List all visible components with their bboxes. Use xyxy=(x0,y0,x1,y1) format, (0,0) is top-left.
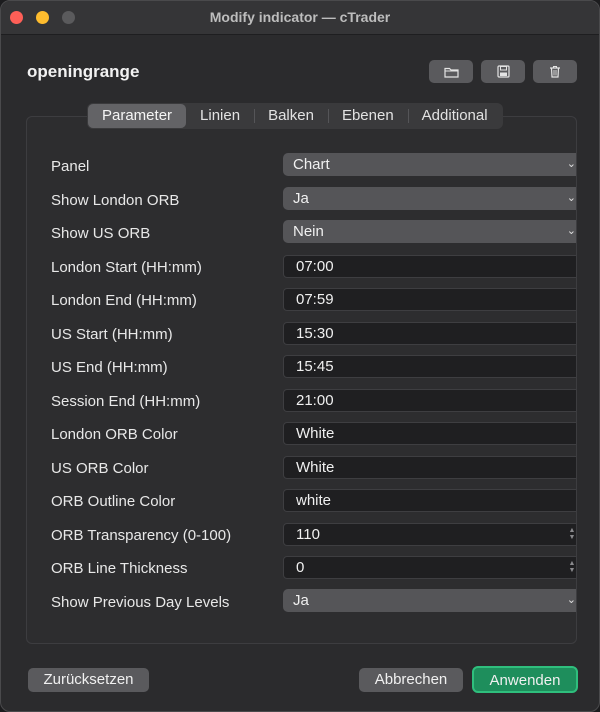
reset-button[interactable]: Zurücksetzen xyxy=(28,668,149,692)
us-end-input[interactable]: 15:45 xyxy=(283,355,576,378)
window-title: Modify indicator — cTrader xyxy=(209,9,391,25)
param-row-us-end: US End (HH:mm) 15:45 xyxy=(51,354,576,388)
param-row-orb-line-thickness: ORB Line Thickness 0 ▲ ▼ xyxy=(51,555,576,589)
show-london-orb-select[interactable]: Ja ⌄ xyxy=(283,186,576,210)
tab-bar: Parameter Linien Balken Ebenen Additiona… xyxy=(87,103,503,129)
param-label: London ORB Color xyxy=(51,426,178,443)
save-button[interactable] xyxy=(481,60,525,83)
param-row-orb-outline-color: ORB Outline Color white xyxy=(51,488,576,522)
trash-icon xyxy=(550,66,560,78)
tab-balken[interactable]: Balken xyxy=(254,104,328,128)
london-orb-color-input[interactable]: White xyxy=(283,422,576,445)
param-label: US ORB Color xyxy=(51,459,149,477)
select-value: Ja xyxy=(293,189,309,207)
chevron-down-icon: ⌄ xyxy=(566,225,576,237)
stepper-arrows-icon[interactable]: ▲ ▼ xyxy=(568,527,576,541)
param-row-london-orb-color: London ORB Color White xyxy=(51,421,576,455)
param-label: ORB Outline Color xyxy=(51,493,176,510)
param-row-show-london-orb: Show London ORB Ja ⌄ xyxy=(51,186,576,221)
parameter-panel: Panel Chart ⌄ Show London ORB Ja ⌄ Show US… xyxy=(26,116,577,644)
tab-linien[interactable]: Linien xyxy=(186,104,254,128)
param-label: Show London ORB xyxy=(51,191,180,209)
param-row-show-previous-day-levels: Show Previous Day Levels Ja ⌄ xyxy=(51,588,576,623)
select-value: Ja xyxy=(293,591,309,609)
param-label: Show US ORB xyxy=(51,225,151,242)
london-end-input[interactable]: 07:59 xyxy=(283,288,576,311)
open-folder-button[interactable] xyxy=(429,60,473,83)
delete-button[interactable] xyxy=(533,60,577,83)
param-label: ORB Line Thickness xyxy=(51,560,188,577)
panel-select[interactable]: Chart ⌄ xyxy=(283,153,576,176)
stepper-arrows-icon[interactable]: ▲ ▼ xyxy=(568,560,576,574)
param-label: Panel xyxy=(51,158,90,175)
param-row-us-start: US Start (HH:mm) 15:30 xyxy=(51,321,576,355)
stepper-value: 110 xyxy=(296,525,320,543)
param-label: US End (HH:mm) xyxy=(51,359,168,376)
show-us-orb-select[interactable]: Nein ⌄ xyxy=(283,220,576,243)
folder-icon xyxy=(443,67,459,78)
show-previous-day-levels-select[interactable]: Ja ⌄ xyxy=(283,588,576,612)
param-row-london-start: London Start (HH:mm) 07:00 xyxy=(51,254,576,288)
us-start-input[interactable]: 15:30 xyxy=(283,321,576,345)
chevron-down-icon: ⌄ xyxy=(566,191,576,204)
stepper-value: 0 xyxy=(296,559,305,576)
param-row-session-end: Session End (HH:mm) 21:00 xyxy=(51,388,576,422)
param-row-london-end: London End (HH:mm) 07:59 xyxy=(51,287,576,321)
param-label: ORB Transparency (0-100) xyxy=(51,526,232,544)
param-row-us-orb-color: US ORB Color White xyxy=(51,455,576,489)
orb-transparency-stepper[interactable]: 110 ▲ ▼ xyxy=(283,522,576,546)
param-label: Show Previous Day Levels xyxy=(51,593,230,611)
modify-indicator-dialog: Modify indicator — cTrader openingrange xyxy=(0,0,600,712)
param-label: Session End (HH:mm) xyxy=(51,392,201,410)
cancel-button[interactable]: Abbrechen xyxy=(359,668,463,692)
orb-line-thickness-stepper[interactable]: 0 ▲ ▼ xyxy=(283,556,576,579)
parameter-list: Panel Chart ⌄ Show London ORB Ja ⌄ Show US… xyxy=(51,153,576,623)
param-row-show-us-orb: Show US ORB Nein ⌄ xyxy=(51,220,576,254)
us-orb-color-input[interactable]: White xyxy=(283,455,576,479)
orb-outline-color-input[interactable]: white xyxy=(283,489,576,512)
save-icon xyxy=(496,65,510,78)
param-label: US Start (HH:mm) xyxy=(51,325,173,343)
chevron-down-icon: ⌄ xyxy=(566,158,576,170)
param-row-panel: Panel Chart ⌄ xyxy=(51,153,576,187)
param-label: London End (HH:mm) xyxy=(51,292,197,309)
param-row-orb-transparency: ORB Transparency (0-100) 110 ▲ ▼ xyxy=(51,522,576,556)
select-value: Chart xyxy=(293,156,330,173)
apply-button[interactable]: Anwenden xyxy=(472,666,578,693)
london-start-input[interactable]: 07:00 xyxy=(283,254,576,278)
tab-parameter[interactable]: Parameter xyxy=(88,104,187,128)
title-bar: Modify indicator — cTrader xyxy=(1,1,599,35)
indicator-name: openingrange xyxy=(27,62,140,81)
select-value: Nein xyxy=(293,223,324,240)
tab-additional[interactable]: Additional xyxy=(407,104,502,128)
param-label: London Start (HH:mm) xyxy=(51,258,202,276)
tab-ebenen[interactable]: Ebenen xyxy=(327,104,408,128)
chevron-down-icon: ⌄ xyxy=(566,593,576,606)
session-end-input[interactable]: 21:00 xyxy=(283,388,576,412)
indicator-header: openingrange xyxy=(27,57,577,87)
